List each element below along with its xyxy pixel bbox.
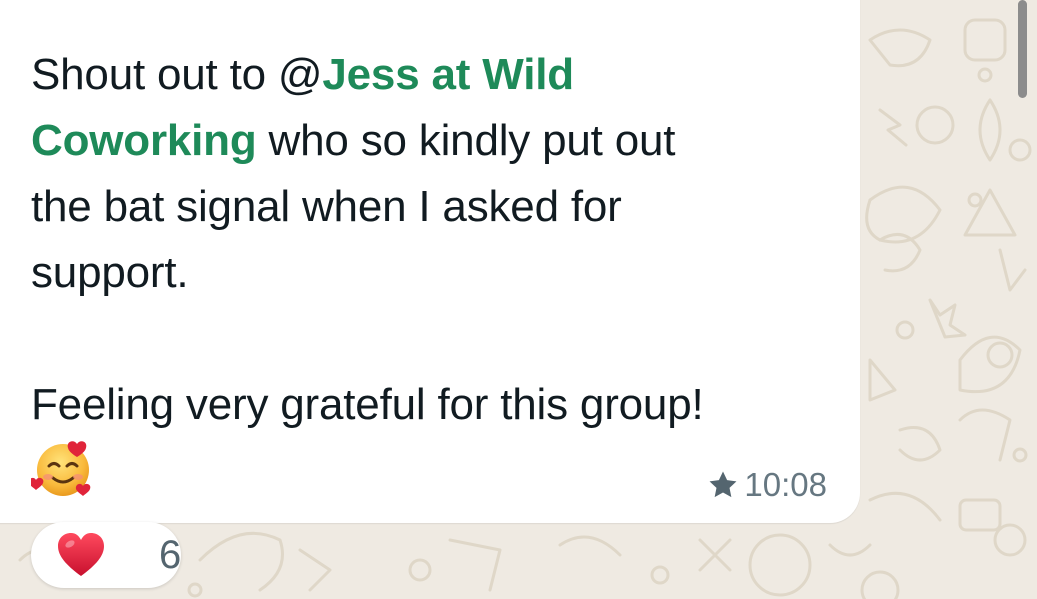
message-line-4: support.	[31, 248, 189, 297]
message-text-rest: who so kindly put out	[256, 116, 676, 165]
message-line-1: Shout out to @Jess at Wild	[31, 42, 841, 108]
reaction-count: 6	[159, 533, 182, 577]
message-line-5: Feeling very grateful for this group!	[31, 380, 704, 429]
message-line-2: Coworking who so kindly put out	[31, 108, 841, 174]
message-timestamp: 10:08	[744, 466, 827, 503]
message-meta: 10:08	[706, 463, 827, 507]
message-text-prefix: Shout out to	[31, 50, 278, 99]
mention-link-continued[interactable]: Coworking	[31, 116, 257, 165]
message-line-3: the bat signal when I asked for	[31, 182, 622, 231]
mention-link[interactable]: Jess at Wild	[322, 50, 574, 99]
smiling-face-with-hearts-emoji	[31, 441, 91, 496]
message-text: Shout out to @Jess at Wild Coworking who…	[31, 42, 841, 438]
scrollbar-thumb[interactable]	[1018, 0, 1027, 98]
mention-at-sign: @	[277, 50, 323, 99]
red-heart-icon	[58, 533, 104, 576]
starred-star-icon	[709, 471, 737, 498]
reaction-pill[interactable]: 6	[31, 522, 181, 588]
